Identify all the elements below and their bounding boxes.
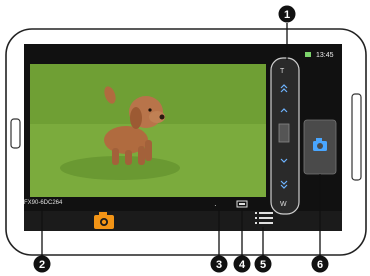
side-button-left[interactable] — [10, 118, 21, 149]
status-time: 13:45 — [316, 52, 334, 59]
file-name: FX90-6DC264 — [24, 200, 63, 206]
callout-badge-2: 2 — [33, 255, 51, 273]
callout-badge-1: 1 — [278, 5, 296, 23]
svg-text:3: 3 — [216, 259, 222, 271]
callout-badge-6: 6 — [311, 255, 329, 273]
zoom-slider-handle[interactable] — [278, 123, 290, 143]
svg-text:1: 1 — [284, 9, 290, 21]
callout-badge-3: 3 — [210, 255, 228, 273]
svg-text:4: 4 — [239, 259, 246, 271]
svg-text:6: 6 — [317, 259, 323, 271]
svg-text:5: 5 — [260, 259, 266, 271]
device-diagram: FX90-6DC264 · 13:45 T W 1 2 3 4 5 6 — [5, 5, 367, 273]
zoom-wide-label: W — [280, 201, 287, 208]
shutter-button[interactable] — [303, 119, 337, 175]
bottom-toolbar — [24, 211, 342, 231]
zoom-tele-label: T — [280, 68, 285, 75]
zoom-bar[interactable]: T W — [270, 57, 300, 215]
flash-indicator: · — [214, 201, 217, 210]
signal-icon — [305, 52, 311, 57]
side-button-right[interactable] — [351, 93, 362, 181]
svg-text:2: 2 — [39, 259, 45, 271]
callout-badge-5: 5 — [254, 255, 272, 273]
live-view-image — [30, 64, 266, 197]
callout-badge-4: 4 — [233, 255, 251, 273]
